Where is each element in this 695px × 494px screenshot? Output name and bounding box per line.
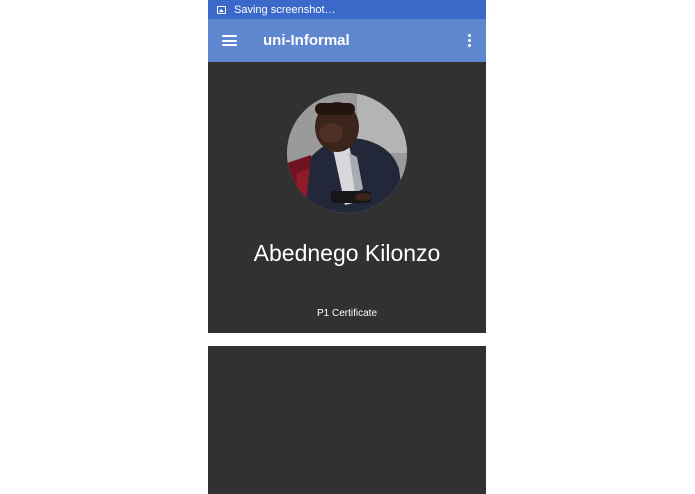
profile-caption: P1 Certificate [316,308,378,319]
profile-card: Abednego Kilonzo P1 Certificate [208,62,486,333]
profile-name: Abednego Kilonzo [253,240,441,266]
app-title: uni-Informal [263,32,350,49]
profile-avatar[interactable] [287,93,407,213]
hamburger-menu-icon[interactable] [222,35,237,46]
more-vert-icon[interactable] [467,34,471,47]
profile-photo [287,93,407,213]
status-text: Saving screenshot… [234,3,336,16]
status-bar: Saving screenshot… [208,0,486,19]
content-card [208,346,486,494]
app-bar: uni-Informal [208,19,486,62]
phone-screen: Saving screenshot… uni-Informal Abednego… [208,0,486,494]
image-icon [217,5,226,14]
